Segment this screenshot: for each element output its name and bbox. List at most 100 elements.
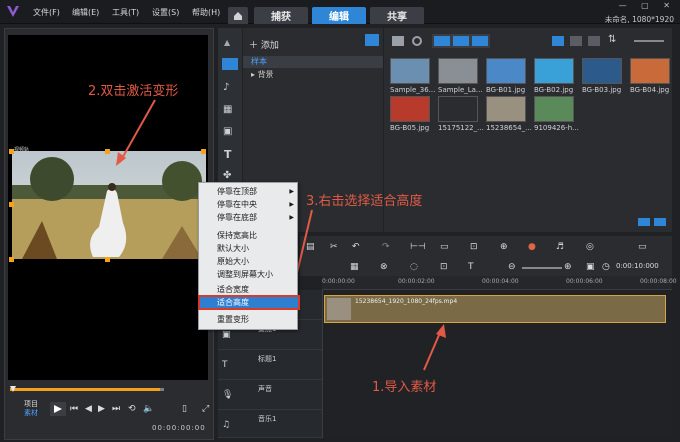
media-library-icon[interactable] <box>222 58 238 70</box>
asset-thumbnail[interactable] <box>534 58 574 84</box>
annotation-hint-1: 1.导入素材 <box>372 380 437 395</box>
tab-home[interactable] <box>228 7 248 24</box>
track-height-icon[interactable]: ⊡ <box>470 242 478 252</box>
transform-handle[interactable] <box>201 149 206 154</box>
device-icon[interactable]: ▯ <box>182 404 187 414</box>
audio-mixer-icon[interactable]: ♬ <box>556 242 564 252</box>
multi-track-icon[interactable]: ▦ <box>350 262 359 272</box>
subtitle-icon[interactable]: ▭ <box>638 242 647 252</box>
menu-item-dock-bottom[interactable]: 停靠在底部 ▶ <box>199 211 299 224</box>
zoom-out-icon[interactable]: ⊖ <box>508 262 516 272</box>
menu-item-dock-center[interactable]: 停靠在中央 ▶ <box>199 198 299 211</box>
fit-project-icon[interactable]: ▣ <box>586 262 595 272</box>
play-button[interactable] <box>50 402 66 416</box>
library-footer-icon[interactable] <box>638 218 650 226</box>
track-header-music[interactable]: ♫ 音乐1 <box>218 410 322 438</box>
asset-thumbnail[interactable] <box>438 96 478 122</box>
go-end-icon[interactable]: ⏭ <box>112 404 120 414</box>
timeline-clip[interactable]: 15238654_1920_1080_24fps.mp4 <box>324 295 666 323</box>
zoom-in-icon[interactable]: ⊕ <box>564 262 572 272</box>
annotation-arrow <box>423 324 446 371</box>
menu-item-default-size[interactable]: 默认大小 <box>199 242 299 255</box>
mask-icon[interactable]: ◌ <box>410 262 418 272</box>
library-corner-icon[interactable] <box>365 34 379 46</box>
redo-icon[interactable]: ↷ <box>382 242 390 252</box>
menu-item-dock-top[interactable]: 停靠在顶部 ▶ <box>199 185 299 198</box>
folder-item-sample[interactable]: 样本 <box>243 56 383 68</box>
menu-tools[interactable]: 工具(T) <box>112 7 139 18</box>
instant-project-icon[interactable]: ♪ <box>223 82 229 93</box>
overlay-track-icon: ▣ <box>222 330 231 340</box>
asset-thumbnail[interactable] <box>486 96 526 122</box>
play-mode-toggle[interactable]: 项目 素材 <box>24 400 38 418</box>
menu-edit[interactable]: 编辑(E) <box>72 7 99 18</box>
menu-item-fit-height[interactable]: 适合高度 <box>198 295 300 310</box>
go-start-icon[interactable]: ⏮ <box>70 404 78 414</box>
menu-file[interactable]: 文件(F) <box>33 7 60 18</box>
asset-thumbnail[interactable] <box>582 58 622 84</box>
preview-video-frame[interactable] <box>12 151 206 259</box>
library-footer-icon[interactable] <box>654 218 666 226</box>
menu-item-fit-screen[interactable]: 调整到屏幕大小 <box>199 268 299 281</box>
undo-icon[interactable]: ↶ <box>352 242 360 252</box>
tab-edit[interactable]: 编辑 <box>312 7 366 24</box>
menu-item-reset-transform[interactable]: 重置变形 <box>199 313 299 326</box>
add-folder-button[interactable]: ＋ 添加 <box>249 38 279 51</box>
menu-item-label: 停靠在顶部 <box>217 187 257 196</box>
transform-handle[interactable] <box>105 257 110 262</box>
submenu-arrow-icon: ▶ <box>289 201 294 208</box>
asset-name: 9109426-h... <box>534 124 579 132</box>
menu-item-original-size[interactable]: 原始大小 <box>199 255 299 268</box>
prev-frame-icon[interactable]: ◀ <box>85 404 92 414</box>
mode-project[interactable]: 项目 <box>24 400 38 409</box>
tab-share[interactable]: 共享 <box>370 7 424 24</box>
track-header-title[interactable]: T 标题1 <box>218 350 322 380</box>
asset-thumbnail[interactable] <box>486 58 526 84</box>
home-icon <box>234 11 242 20</box>
clock-icon[interactable]: ◷ <box>602 262 610 272</box>
zoom-slider[interactable] <box>522 267 562 269</box>
menu-settings[interactable]: 设置(S) <box>152 7 179 18</box>
asset-thumbnail[interactable] <box>534 96 574 122</box>
next-frame-icon[interactable]: ▶ <box>98 404 105 414</box>
clip-label: 15238654_1920_1080_24fps.mp4 <box>355 298 458 305</box>
asset-thumbnail[interactable] <box>390 96 430 122</box>
mode-clip[interactable]: 素材 <box>24 409 38 418</box>
asset-thumbnail[interactable] <box>630 58 670 84</box>
repeat-icon[interactable]: ⟲ <box>128 404 136 414</box>
transform-handle[interactable] <box>9 202 14 207</box>
record-voice-icon[interactable]: ● <box>528 242 536 252</box>
folder-item-label: 背景 <box>257 70 274 79</box>
preview-timecode[interactable]: 00:00:00:00 <box>152 424 206 432</box>
graphics-icon[interactable]: ✤ <box>223 170 231 181</box>
menu-item-fit-width[interactable]: 适合宽度 <box>199 283 299 296</box>
asset-thumbnail[interactable] <box>438 58 478 84</box>
track-header-voice[interactable]: 🎙 声音 <box>218 380 322 410</box>
transform-handle[interactable] <box>9 257 14 262</box>
transform-handle[interactable] <box>9 149 14 154</box>
timeline-timecode[interactable]: 0:00:10:000 <box>616 262 659 270</box>
transition-icon[interactable]: ▦ <box>223 104 232 115</box>
asset-name: BG-B05.jpg <box>390 124 430 132</box>
auto-music-icon[interactable]: ◎ <box>586 242 594 252</box>
filter-icon[interactable]: ▣ <box>223 126 232 137</box>
folder-item-background[interactable]: ▸ 背景 <box>243 69 383 81</box>
tab-capture[interactable]: 捕获 <box>254 7 308 24</box>
asset-thumbnail[interactable] <box>390 58 430 84</box>
text-icon[interactable]: T <box>468 262 474 272</box>
volume-icon[interactable]: 🔈 <box>143 404 154 414</box>
tracking-icon[interactable]: ⊡ <box>440 262 448 272</box>
fit-screen-icon[interactable]: ▭ <box>440 242 449 252</box>
window-controls[interactable]: — ▢ ✕ <box>619 1 676 10</box>
enlarge-icon[interactable]: ⤢ <box>202 404 209 414</box>
menu-item-keep-aspect[interactable]: 保持宽高比 <box>199 229 299 242</box>
timeline-ruler[interactable]: 0:00:00:00 00:00:02:00 00:00:04:00 00:00… <box>322 276 677 290</box>
cut-icon[interactable]: ✂ <box>330 242 338 252</box>
split-icon[interactable]: ⊢⊣ <box>410 242 426 252</box>
title-icon[interactable]: T <box>224 148 232 161</box>
ripple-icon[interactable]: ⊕ <box>500 242 508 252</box>
preview-scrubber[interactable] <box>10 386 164 392</box>
motion-icon[interactable]: ⊗ <box>380 262 388 272</box>
menu-help[interactable]: 帮助(H) <box>192 7 220 18</box>
collapse-up-icon[interactable]: ▲ <box>224 38 230 47</box>
